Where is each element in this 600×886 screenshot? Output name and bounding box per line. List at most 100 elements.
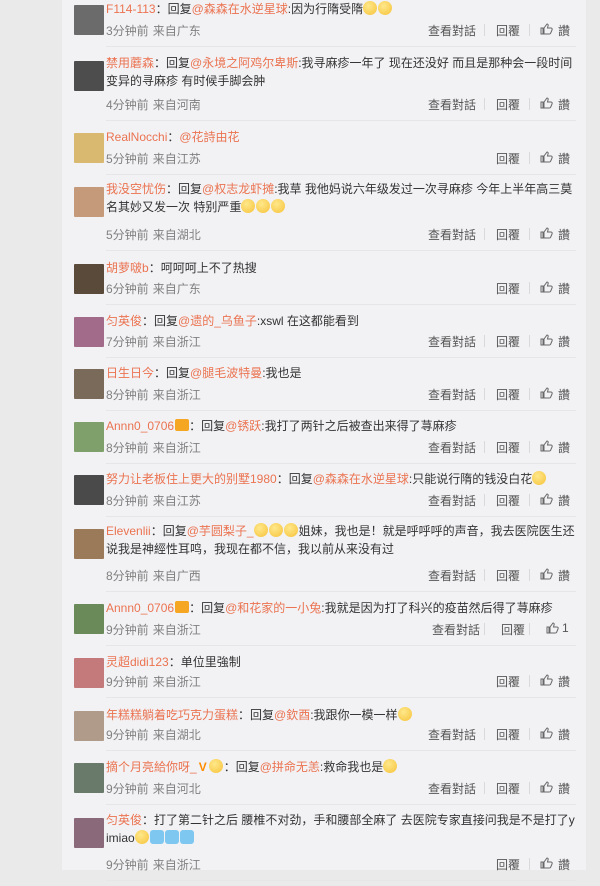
- avatar[interactable]: [74, 711, 104, 741]
- reply-button[interactable]: 回覆: [496, 150, 520, 167]
- mention-link[interactable]: @和花家的一小兔: [225, 601, 321, 615]
- reply-button[interactable]: 回覆: [496, 96, 520, 113]
- like-label[interactable]: 讚: [558, 780, 570, 797]
- avatar[interactable]: [74, 317, 104, 347]
- view-conversation-link[interactable]: 查看對話: [428, 96, 476, 113]
- comment-username[interactable]: 灵超didi123: [106, 655, 169, 669]
- reply-button[interactable]: 回覆: [496, 726, 520, 743]
- like-label[interactable]: 1: [562, 621, 569, 635]
- avatar[interactable]: [74, 264, 104, 294]
- comment-username[interactable]: Annn0_0706: [106, 601, 174, 615]
- like-button[interactable]: [540, 280, 553, 294]
- like-button[interactable]: [540, 226, 553, 240]
- like-label[interactable]: 讚: [558, 96, 570, 113]
- like-button[interactable]: [540, 780, 553, 794]
- comment-username[interactable]: Annn0_0706: [106, 419, 174, 433]
- avatar[interactable]: [74, 763, 104, 793]
- comment-username[interactable]: 禁用蘑森: [106, 56, 154, 70]
- mention-link[interactable]: @遗的_乌鱼子: [178, 314, 257, 328]
- mention-link[interactable]: @锈跃: [225, 419, 261, 433]
- comment-username[interactable]: 我没空忧伤: [106, 182, 166, 196]
- avatar[interactable]: [74, 604, 104, 634]
- like-label[interactable]: 讚: [558, 439, 570, 456]
- view-conversation-link[interactable]: 查看對話: [428, 439, 476, 456]
- like-button[interactable]: [540, 673, 553, 687]
- mention-link[interactable]: @永境之阿鸡尔卑斯: [190, 56, 298, 70]
- like-button[interactable]: [540, 386, 553, 400]
- comment-username[interactable]: 年糕糕躺着吃巧克力蛋糕: [106, 708, 238, 722]
- like-label[interactable]: 讚: [558, 856, 570, 873]
- avatar[interactable]: [74, 475, 104, 505]
- reply-button[interactable]: 回覆: [496, 439, 520, 456]
- like-button[interactable]: [540, 96, 553, 110]
- avatar[interactable]: [74, 133, 104, 163]
- reply-button[interactable]: 回覆: [496, 280, 520, 297]
- avatar[interactable]: [74, 422, 104, 452]
- view-conversation-link[interactable]: 查看對話: [428, 567, 476, 584]
- like-button[interactable]: [540, 439, 553, 453]
- like-label[interactable]: 讚: [558, 386, 570, 403]
- avatar[interactable]: [74, 187, 104, 217]
- like-button[interactable]: [546, 621, 559, 635]
- reply-button[interactable]: 回覆: [496, 673, 520, 690]
- view-conversation-link[interactable]: 查看對話: [428, 780, 476, 797]
- like-label[interactable]: 讚: [558, 22, 570, 39]
- comment-username[interactable]: F114-113: [106, 2, 156, 16]
- like-button[interactable]: [540, 150, 553, 164]
- like-label[interactable]: 讚: [558, 673, 570, 690]
- view-conversation-link[interactable]: 查看對話: [428, 386, 476, 403]
- like-button[interactable]: [540, 726, 553, 740]
- view-conversation-link[interactable]: 查看對話: [428, 492, 476, 509]
- comment-username[interactable]: 摘个月亮給你呀_: [106, 760, 197, 774]
- avatar[interactable]: [74, 818, 104, 848]
- reply-button[interactable]: 回覆: [496, 780, 520, 797]
- like-button[interactable]: [540, 856, 553, 870]
- reply-button[interactable]: 回覆: [496, 333, 520, 350]
- like-label[interactable]: 讚: [558, 280, 570, 297]
- mention-link[interactable]: @欽酉: [274, 708, 310, 722]
- like-label[interactable]: 讚: [558, 726, 570, 743]
- mention-link[interactable]: @森森在水逆星球: [313, 472, 409, 486]
- like-label[interactable]: 讚: [558, 226, 570, 243]
- comment-username[interactable]: Elevenlii: [106, 524, 151, 538]
- mention-link[interactable]: @腿毛波特曼: [190, 366, 262, 380]
- view-conversation-link[interactable]: 查看對話: [428, 333, 476, 350]
- avatar[interactable]: [74, 5, 104, 35]
- comment-username[interactable]: RealNocchi: [106, 130, 167, 144]
- avatar[interactable]: [74, 369, 104, 399]
- mention-link[interactable]: @花詩由花: [179, 130, 239, 144]
- view-conversation-link[interactable]: 查看對話: [432, 621, 480, 638]
- reply-button[interactable]: 回覆: [496, 567, 520, 584]
- reply-button[interactable]: 回覆: [496, 386, 520, 403]
- timestamp: 7分钟前: [106, 335, 149, 349]
- like-label[interactable]: 讚: [558, 567, 570, 584]
- like-button[interactable]: [540, 333, 553, 347]
- view-conversation-link[interactable]: 查看對話: [428, 726, 476, 743]
- like-button[interactable]: [540, 567, 553, 581]
- view-conversation-link[interactable]: 查看對話: [428, 22, 476, 39]
- reply-button[interactable]: 回覆: [496, 226, 520, 243]
- reply-button[interactable]: 回覆: [496, 856, 520, 873]
- avatar[interactable]: [74, 529, 104, 559]
- like-button[interactable]: [540, 492, 553, 506]
- like-button[interactable]: [540, 22, 553, 36]
- reply-button[interactable]: 回覆: [496, 492, 520, 509]
- divider: [529, 335, 530, 347]
- avatar[interactable]: [74, 658, 104, 688]
- like-label[interactable]: 讚: [558, 333, 570, 350]
- view-conversation-link[interactable]: 查看對話: [428, 226, 476, 243]
- comment-username[interactable]: 胡萝啵b: [106, 261, 149, 275]
- comment-username[interactable]: 匀英俊: [106, 813, 142, 827]
- mention-link[interactable]: @森森在水逆星球: [192, 2, 288, 16]
- reply-button[interactable]: 回覆: [496, 22, 520, 39]
- comment-username[interactable]: 匀英俊: [106, 314, 142, 328]
- mention-link[interactable]: @权志龙虾摊: [202, 182, 274, 196]
- mention-link[interactable]: @拼命无恙: [260, 760, 320, 774]
- like-label[interactable]: 讚: [558, 150, 570, 167]
- reply-button[interactable]: 回覆: [501, 621, 525, 638]
- comment-username[interactable]: 努力让老板住上更大的别墅1980: [106, 472, 277, 486]
- avatar[interactable]: [74, 61, 104, 91]
- mention-link[interactable]: @芋圆梨子_: [187, 524, 254, 538]
- like-label[interactable]: 讚: [558, 492, 570, 509]
- comment-username[interactable]: 日生日今: [106, 366, 154, 380]
